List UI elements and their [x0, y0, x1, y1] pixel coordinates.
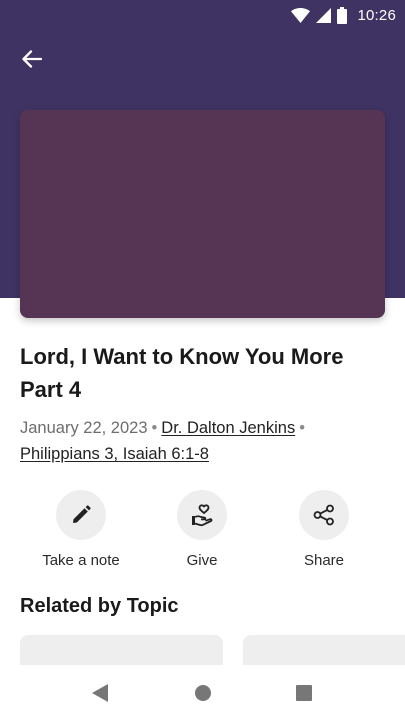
nav-back-button[interactable]: [90, 683, 110, 703]
nav-recents-button[interactable]: [294, 683, 314, 703]
battery-icon: [337, 6, 348, 24]
arrow-left-icon: [22, 50, 42, 68]
give-heart-hand-icon: [190, 503, 214, 527]
share-label: Share: [303, 552, 345, 569]
sermon-detail-screen: 10:26 Lord, I Want to Know You More Part…: [0, 0, 405, 720]
meta-separator: •: [151, 419, 158, 437]
give-label: Give: [186, 552, 218, 569]
take-note-label: Take a note: [42, 552, 120, 569]
back-triangle-icon: [92, 684, 108, 702]
nav-home-button[interactable]: [193, 683, 213, 703]
give-button[interactable]: Give: [137, 490, 267, 569]
speaker-link[interactable]: Dr. Dalton Jenkins: [161, 419, 295, 437]
related-heading: Related by Topic: [20, 595, 179, 617]
sermon-meta: January 22, 2023 • Dr. Dalton Jenkins • Phi…: [20, 415, 390, 467]
status-bar: 10:26: [0, 0, 405, 30]
wifi-icon: [291, 7, 311, 23]
meta-separator: •: [299, 419, 305, 437]
take-note-button[interactable]: Take a note: [16, 490, 146, 569]
share-button[interactable]: Share: [259, 490, 389, 569]
share-circle: [299, 490, 349, 540]
pencil-icon: [71, 505, 91, 525]
home-circle-icon: [195, 685, 211, 701]
status-time: 10:26: [357, 6, 396, 24]
recents-square-icon: [296, 685, 312, 701]
back-button[interactable]: [14, 44, 50, 74]
give-circle: [177, 490, 227, 540]
scripture-link[interactable]: Philippians 3, Isaiah 6:1-8: [20, 445, 209, 463]
sermon-title: Lord, I Want to Know You More Part 4: [20, 344, 344, 402]
take-note-circle: [56, 490, 106, 540]
share-icon: [313, 504, 335, 526]
action-row: Take a note Give Share: [0, 490, 405, 580]
sermon-artwork: [20, 110, 385, 318]
sermon-date: January 22, 2023: [20, 419, 148, 437]
system-nav-bar: [0, 665, 405, 720]
signal-icon: [316, 7, 332, 23]
